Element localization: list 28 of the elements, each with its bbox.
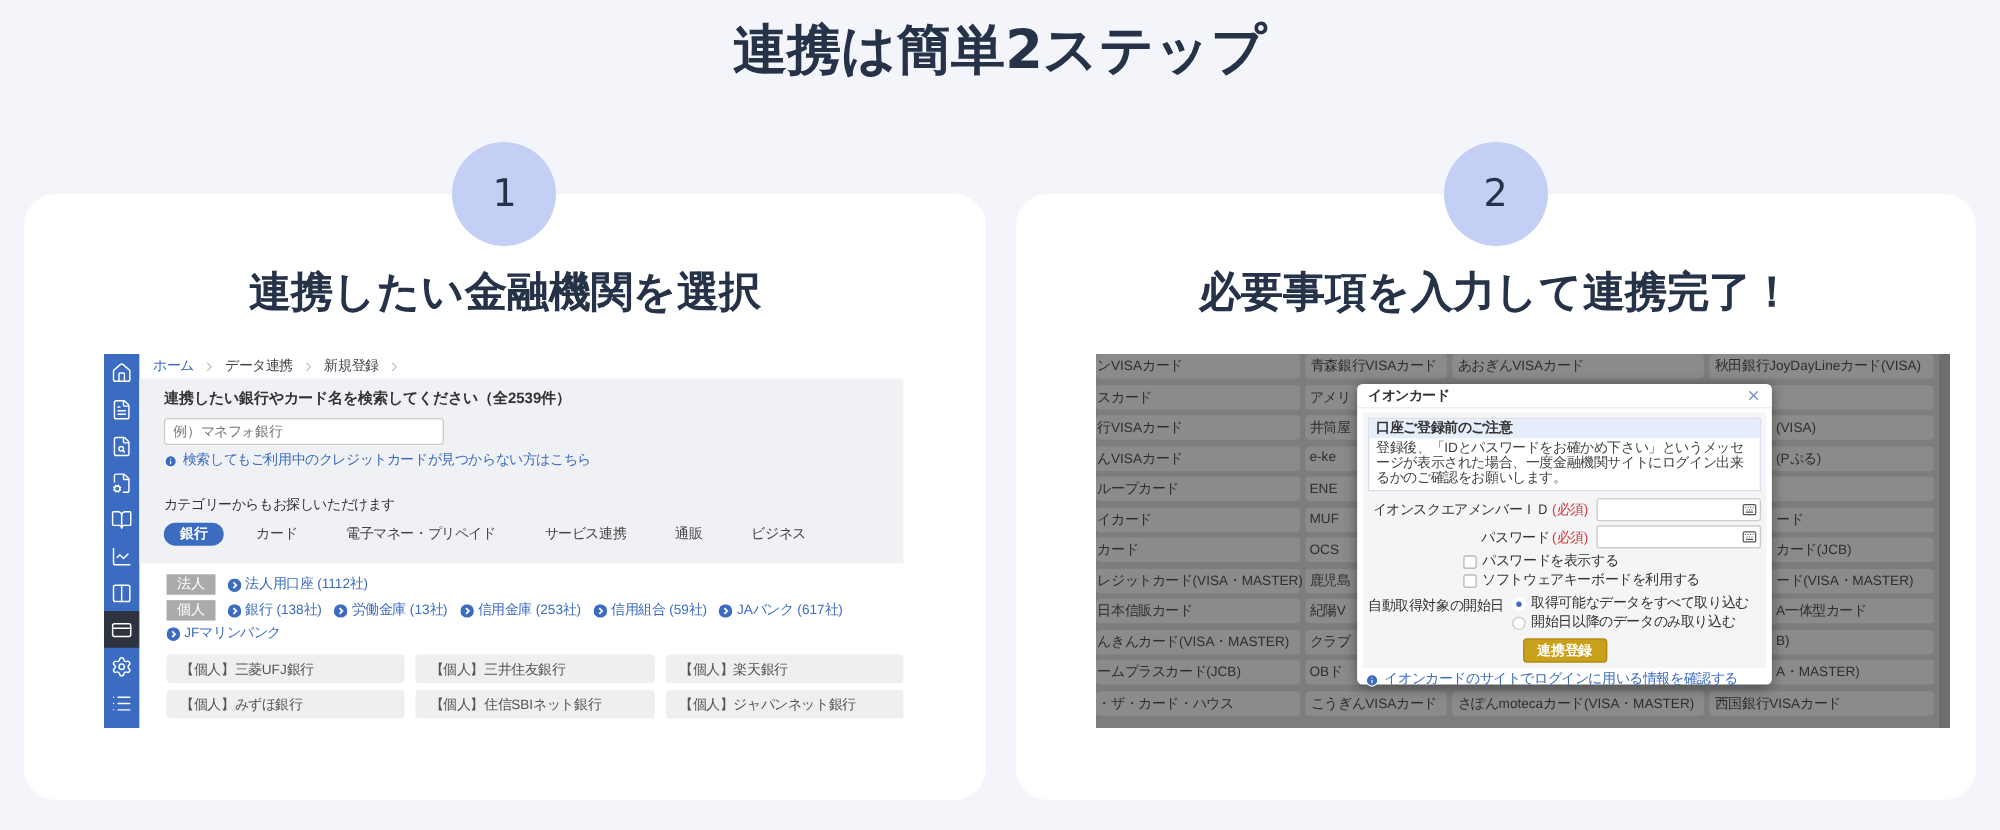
chart-icon xyxy=(110,545,133,567)
checkbox[interactable] xyxy=(1462,574,1476,588)
book-icon xyxy=(110,508,133,531)
step-number: 1 xyxy=(452,142,557,246)
document-icon xyxy=(110,398,133,420)
arrow-dot-icon xyxy=(719,603,733,618)
info-icon xyxy=(163,454,178,469)
radio-button[interactable] xyxy=(1511,616,1525,631)
input-field[interactable] xyxy=(1595,525,1761,549)
sidebar-item[interactable] xyxy=(104,611,140,648)
arrow-dot-icon xyxy=(459,603,474,618)
card-icon xyxy=(110,618,133,641)
document-search-icon xyxy=(110,434,133,457)
arrow-dot-icon xyxy=(334,603,348,618)
step-title: 連携したい金融機関を選択 xyxy=(246,266,763,318)
step-title: 必要事項を入力して連携完了！ xyxy=(1196,266,1795,318)
page-title: 連携は簡単2ステップ xyxy=(733,18,1267,86)
checkbox[interactable] xyxy=(1462,555,1476,569)
arrow-dot-icon xyxy=(166,626,181,641)
step-number: 2 xyxy=(1443,142,1548,246)
settings-icon xyxy=(110,655,133,677)
home-icon xyxy=(110,361,133,384)
input-field[interactable] xyxy=(1595,498,1761,522)
arrow-dot-icon xyxy=(227,577,242,592)
arrow-dot-icon xyxy=(593,603,607,618)
arrow-dot-icon xyxy=(227,603,242,618)
document-gear-icon xyxy=(110,471,133,494)
columns-icon xyxy=(110,581,133,604)
